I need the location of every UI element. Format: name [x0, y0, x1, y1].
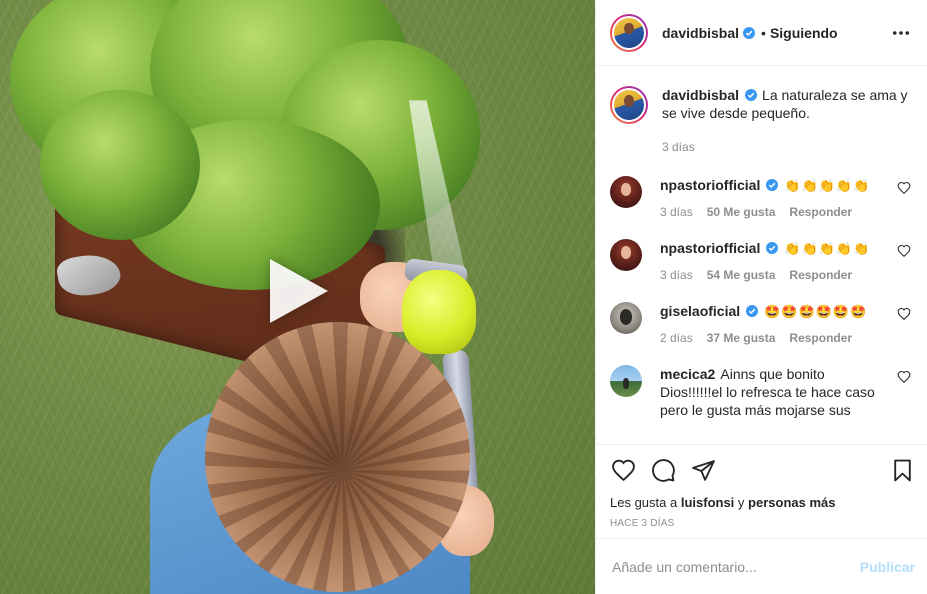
- comment-text: 👏👏👏👏👏: [784, 178, 871, 193]
- comment-bubble-icon[interactable]: [650, 457, 676, 483]
- like-heart-icon[interactable]: [610, 457, 636, 483]
- commenter-avatar[interactable]: [610, 176, 642, 208]
- reply-button[interactable]: Responder: [789, 268, 852, 282]
- like-comment-heart-icon[interactable]: [897, 181, 911, 195]
- avatar-image: [614, 90, 644, 120]
- post-actions: Les gusta a luisfonsi y personas más HAC…: [596, 444, 927, 538]
- bookmark-icon: [893, 459, 911, 481]
- avatar-image: [614, 17, 644, 48]
- comment-item: npastoriofficial 👏👏👏👏👏 3 días 54 Me gusta…: [610, 239, 911, 282]
- save-bookmark-icon[interactable]: [889, 457, 915, 483]
- commenter-username[interactable]: npastoriofficial: [660, 177, 760, 193]
- following-button[interactable]: Siguiendo: [770, 25, 838, 41]
- commenter-username[interactable]: npastoriofficial: [660, 240, 760, 256]
- commenter-username[interactable]: mecica2: [660, 366, 715, 382]
- likes-others-link[interactable]: personas más: [748, 495, 835, 510]
- comment-likes[interactable]: 37 Me gusta: [707, 331, 776, 345]
- reply-button[interactable]: Responder: [789, 205, 852, 219]
- verified-badge-icon: [745, 89, 758, 101]
- post-video[interactable]: [0, 0, 595, 594]
- add-comment-bar: Publicar: [596, 538, 927, 594]
- share-paper-plane-icon[interactable]: [690, 457, 716, 483]
- like-comment-heart-icon[interactable]: [897, 244, 911, 258]
- more-options-icon[interactable]: [891, 23, 911, 43]
- comment-likes[interactable]: 54 Me gusta: [707, 268, 776, 282]
- comment-item: npastoriofficial 👏👏👏👏👏 3 días 50 Me gusta…: [610, 176, 911, 219]
- like-comment-heart-icon[interactable]: [897, 370, 911, 384]
- publish-button[interactable]: Publicar: [860, 559, 915, 575]
- commenter-username[interactable]: giselaoficial: [660, 303, 740, 319]
- post-sidebar: davidbisbal • Siguiendo davidbisbal La n…: [595, 0, 927, 594]
- play-icon[interactable]: [262, 255, 332, 327]
- verified-badge-icon: [766, 179, 779, 191]
- shrub-foliage: [40, 90, 200, 240]
- caption-time[interactable]: 3 días: [662, 140, 695, 154]
- comment-text: 👏👏👏👏👏: [784, 241, 871, 256]
- verified-badge-icon: [746, 305, 759, 317]
- author-username[interactable]: davidbisbal: [662, 25, 739, 41]
- verified-badge-icon: [743, 26, 756, 39]
- post-timestamp[interactable]: HACE 3 DÍAS: [610, 518, 915, 529]
- post-caption: davidbisbal La naturaleza se ama y se viv…: [610, 86, 911, 154]
- more-dots: [892, 30, 910, 35]
- comment-text: 🤩🤩🤩🤩🤩🤩: [764, 304, 868, 319]
- reply-button[interactable]: Responder: [789, 331, 852, 345]
- share-icon: [691, 459, 715, 481]
- instagram-post: davidbisbal • Siguiendo davidbisbal La n…: [0, 0, 927, 594]
- watering-nozzle: [402, 270, 476, 354]
- likes-joiner: y: [737, 495, 745, 510]
- comments-list[interactable]: davidbisbal La naturaleza se ama y se viv…: [596, 66, 927, 444]
- action-icons: [610, 455, 915, 485]
- comment-time[interactable]: 3 días: [660, 268, 693, 282]
- post-header: davidbisbal • Siguiendo: [596, 0, 927, 66]
- heart-icon: [611, 459, 635, 481]
- comment-item: mecica2 Ainns que bonito Dios!!!!!!el lo…: [610, 365, 911, 419]
- like-comment-heart-icon[interactable]: [897, 307, 911, 321]
- commenter-avatar[interactable]: [610, 365, 642, 397]
- separator-dot: •: [761, 24, 766, 41]
- child-head: [205, 322, 470, 592]
- commenter-avatar[interactable]: [610, 302, 642, 334]
- comment-likes[interactable]: 50 Me gusta: [707, 205, 776, 219]
- comment-input[interactable]: [612, 558, 860, 575]
- likes-prefix: Les gusta a: [610, 495, 678, 510]
- comment-item: giselaoficial 🤩🤩🤩🤩🤩🤩 2 días 37 Me gusta R…: [610, 302, 911, 345]
- likes-summary: Les gusta a luisfonsi y personas más: [610, 495, 915, 510]
- comment-time[interactable]: 2 días: [660, 331, 693, 345]
- comment-icon: [651, 458, 675, 482]
- comment-time[interactable]: 3 días: [660, 205, 693, 219]
- play-icon-svg: [270, 259, 328, 323]
- caption-username[interactable]: davidbisbal: [662, 87, 739, 103]
- author-avatar[interactable]: [610, 13, 648, 52]
- verified-badge-icon: [766, 242, 779, 254]
- commenter-avatar[interactable]: [610, 239, 642, 271]
- caption-avatar[interactable]: [610, 86, 648, 124]
- liker-username[interactable]: luisfonsi: [681, 495, 734, 510]
